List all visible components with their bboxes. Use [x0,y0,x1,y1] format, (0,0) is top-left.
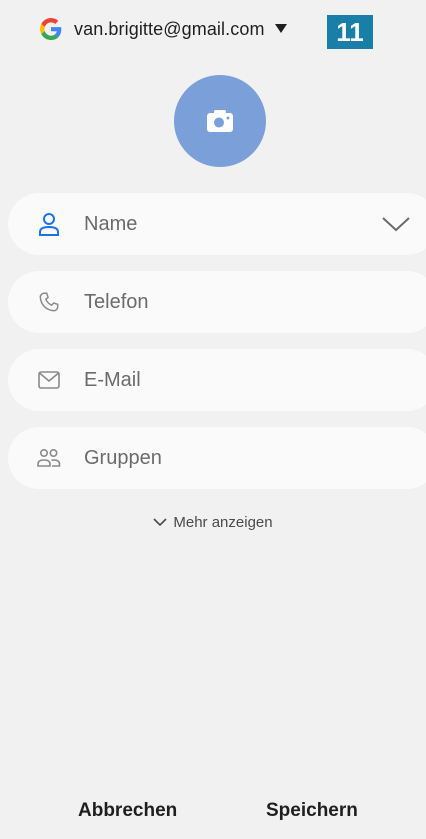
cancel-button[interactable]: Abbrechen [78,800,177,822]
name-field-label: Name [84,212,138,235]
person-icon [36,211,62,237]
show-more-button[interactable]: Mehr anzeigen [0,514,426,531]
account-selector[interactable]: van.brigitte@gmail.com [40,14,287,44]
groups-icon [36,445,62,471]
camera-icon [207,110,233,132]
email-field[interactable]: E-Mail [8,349,426,411]
account-email: van.brigitte@gmail.com [74,18,265,39]
email-field-label: E-Mail [84,368,141,391]
chevron-down-icon [153,518,167,527]
save-button[interactable]: Speichern [266,800,358,822]
google-g-icon [40,18,62,40]
phone-field-label: Telefon [84,290,149,313]
groups-field-label: Gruppen [84,446,162,469]
caret-down-icon[interactable] [274,24,287,34]
phone-icon [36,289,62,315]
name-field[interactable]: Name [8,193,426,255]
mail-icon [36,367,62,393]
step-badge: 11 [327,15,373,49]
phone-field[interactable]: Telefon [8,271,426,333]
show-more-label: Mehr anzeigen [173,514,273,531]
contact-photo-button[interactable] [174,75,266,167]
chevron-down-icon[interactable] [381,215,411,233]
groups-field[interactable]: Gruppen [8,427,426,489]
